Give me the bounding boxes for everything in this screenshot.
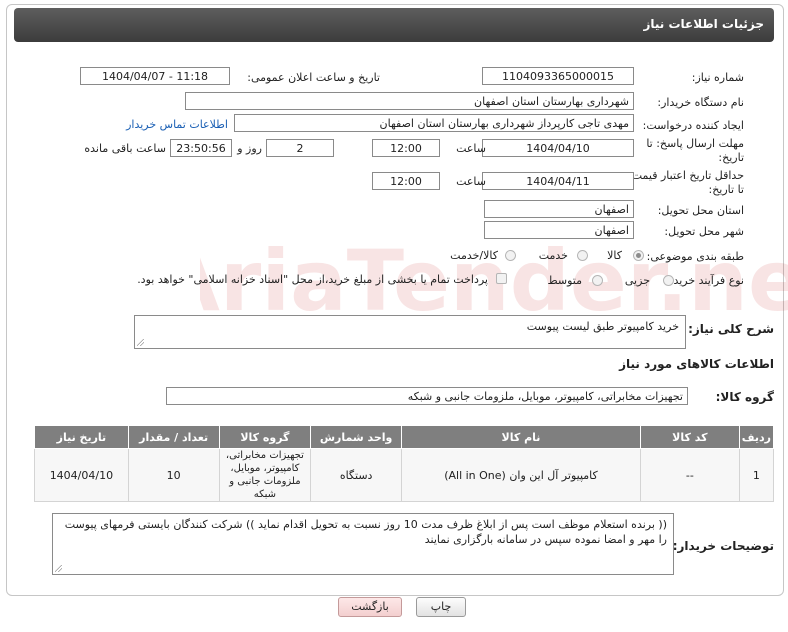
validity-time-label: ساعت <box>456 175 486 188</box>
col-quantity: تعداد / مقدار <box>127 425 220 449</box>
process-radio-minor[interactable] <box>663 275 674 286</box>
cell-row-number: 1 <box>738 448 775 502</box>
table-row: 1 -- کامپیوتر آل این وان (All in One) دس… <box>34 448 775 502</box>
category-radio-goods[interactable] <box>633 250 644 261</box>
treasury-payment-note: پرداخت تمام یا بخشی از مبلغ خرید،از محل … <box>137 273 488 286</box>
title-bar: جزئیات اطلاعات نیاز <box>14 8 774 42</box>
requester-field: مهدی تاجی کارپرداز شهرداری بهارستان استا… <box>234 114 634 132</box>
buyer-org-label: نام دستگاه خریدار: <box>657 96 744 109</box>
deadline-date-field: 1404/04/10 <box>482 139 634 157</box>
process-label: نوع فرآیند خرید : <box>666 274 744 287</box>
description-text: خرید کامپیوتر طبق لیست پیوست <box>526 320 679 333</box>
cell-item-name: کامپیوتر آل این وان (All in One) <box>401 448 641 502</box>
announce-field: 1404/04/07 - 11:18 <box>80 67 230 85</box>
col-item-code: کد کالا <box>639 425 740 449</box>
col-item-group: گروه کالا <box>218 425 312 449</box>
category-label: طبقه بندی موضوعی: <box>646 250 744 263</box>
category-option-service: خدمت <box>538 249 568 262</box>
col-row-number: ردیف <box>738 425 775 449</box>
col-need-date: تاریخ نیاز <box>34 425 129 449</box>
buyer-notes-label: توضیحات خریدار: <box>672 539 774 553</box>
process-option-medium: متوسط <box>547 274 582 287</box>
window-title: جزئیات اطلاعات نیاز <box>643 17 764 31</box>
validity-label-2: تا تاریخ: <box>708 183 744 196</box>
city-field: اصفهان <box>484 221 634 239</box>
deadline-label-1: مهلت ارسال پاسخ: تا <box>646 137 744 150</box>
goods-group-field: تجهیزات مخابراتی، کامپیوتر، موبایل، ملزو… <box>166 387 688 405</box>
days-label: روز و <box>237 142 262 155</box>
province-label: استان محل تحویل: <box>657 204 744 217</box>
back-button[interactable]: بازگشت <box>338 597 402 617</box>
goods-table-header: ردیف کد کالا نام کالا واحد شمارش گروه کا… <box>34 425 775 449</box>
requester-label: ایجاد کننده درخواست: <box>642 119 744 132</box>
category-option-goods-service: کالا/خدمت <box>450 249 498 262</box>
cell-unit: دستگاه <box>310 448 402 502</box>
process-radio-medium[interactable] <box>592 275 603 286</box>
remaining-time-field: 23:50:56 <box>170 139 232 157</box>
deadline-time-label: ساعت <box>456 142 486 155</box>
resize-grip-icon[interactable] <box>55 565 62 572</box>
city-label: شهر محل تحویل: <box>664 225 744 238</box>
validity-time-field: 12:00 <box>372 172 440 190</box>
need-number-field: 1104093365000015 <box>482 67 634 85</box>
col-unit: واحد شمارش <box>310 425 402 449</box>
remaining-label: ساعت باقی مانده <box>84 142 166 155</box>
province-field: اصفهان <box>484 200 634 218</box>
validity-label-1: حداقل تاریخ اعتبار قیمت: <box>628 169 744 182</box>
buyer-org-field: شهرداری بهارستان استان اصفهان <box>185 92 634 110</box>
deadline-label-2: تاریخ: <box>718 151 744 164</box>
col-item-name: نام کالا <box>401 425 641 449</box>
cell-need-date: 1404/04/10 <box>34 448 129 502</box>
treasury-payment-checkbox[interactable] <box>496 273 507 284</box>
cell-quantity: 10 <box>127 448 220 502</box>
description-label: شرح کلی نیاز: <box>688 322 774 336</box>
validity-date-field: 1404/04/11 <box>482 172 634 190</box>
category-radio-goods-service[interactable] <box>505 250 516 261</box>
deadline-time-field: 12:00 <box>372 139 440 157</box>
need-number-label: شماره نیاز: <box>691 71 744 84</box>
buyer-notes-text: (( برنده استعلام موظف است پس از ابلاغ ظر… <box>64 518 667 546</box>
category-option-goods: کالا <box>607 249 622 262</box>
cell-item-group: تجهیزات مخابراتی، کامپیوتر، موبایل، ملزو… <box>218 448 312 502</box>
goods-table: ردیف کد کالا نام کالا واحد شمارش گروه کا… <box>34 425 775 502</box>
print-button[interactable]: چاپ <box>416 597 466 617</box>
resize-grip-icon[interactable] <box>137 339 144 346</box>
buyer-contact-link[interactable]: اطلاعات تماس خریدار <box>126 118 228 131</box>
cell-item-code: -- <box>639 448 740 502</box>
description-textarea[interactable]: خرید کامپیوتر طبق لیست پیوست <box>134 315 686 349</box>
goods-section-title: اطلاعات کالاهای مورد نیاز <box>619 357 774 371</box>
category-radio-service[interactable] <box>577 250 588 261</box>
goods-group-label: گروه کالا: <box>715 390 774 404</box>
buyer-notes-textarea[interactable]: (( برنده استعلام موظف است پس از ابلاغ ظر… <box>52 513 674 575</box>
announce-label: تاریخ و ساعت اعلان عمومی: <box>247 71 380 84</box>
process-option-minor: جزیی <box>624 274 650 287</box>
days-field: 2 <box>266 139 334 157</box>
